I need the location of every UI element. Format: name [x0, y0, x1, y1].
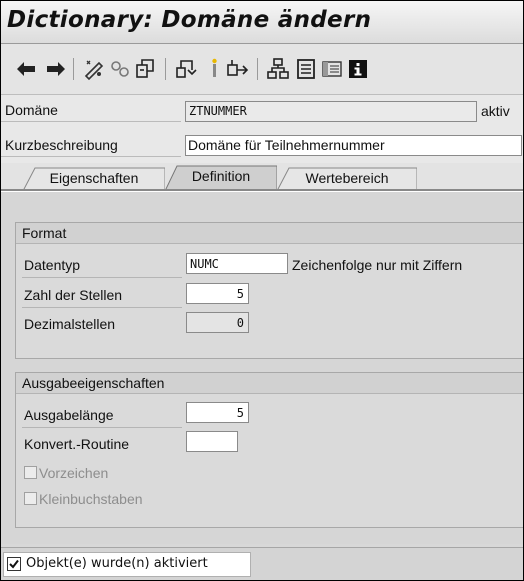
text-icon[interactable]	[293, 56, 319, 82]
activate-icon[interactable]	[133, 56, 159, 82]
datatype-input[interactable]: NUMC	[186, 253, 288, 274]
sign-checkbox: Vorzeichen	[24, 465, 108, 481]
object-list-icon[interactable]	[201, 56, 227, 82]
output-group-title: Ausgabeeigenschaften	[16, 373, 523, 394]
checkbox-box	[24, 466, 37, 479]
toolbar-separator	[165, 58, 166, 80]
list-icon[interactable]	[319, 56, 345, 82]
status-bar: Objekt(e) wurde(n) aktiviert	[1, 547, 523, 580]
label-underline	[22, 277, 182, 278]
info-icon[interactable]	[345, 56, 371, 82]
label-underline	[1, 121, 181, 122]
lowercase-checkbox: Kleinbuchstaben	[24, 491, 143, 507]
display-change-icon[interactable]	[107, 56, 133, 82]
navigation-icon[interactable]	[225, 56, 251, 82]
tab-wertebereich[interactable]: Wertebereich	[277, 167, 417, 191]
length-input[interactable]: 5	[186, 283, 249, 304]
tab-label: Wertebereich	[305, 170, 389, 186]
forward-arrow-icon[interactable]	[43, 56, 69, 82]
lowercase-checkbox-label: Kleinbuchstaben	[39, 491, 143, 507]
output-length-input[interactable]: 5	[186, 402, 249, 423]
conversion-routine-label: Konvert.-Routine	[24, 436, 130, 452]
other-object-icon[interactable]	[81, 56, 107, 82]
definition-tab-content: Format Datentyp NUMC Zeichenfolge nur mi…	[1, 191, 523, 544]
decimals-input: 0	[186, 312, 249, 333]
domain-label: Domäne	[5, 102, 58, 118]
sign-checkbox-label: Vorzeichen	[39, 465, 109, 481]
domain-name-field: ZTNUMMER	[185, 101, 477, 122]
output-properties-group: Ausgabeeigenschaften Ausgabelänge 5 Konv…	[15, 372, 523, 528]
title-bar: Dictionary: Domäne ändern	[1, 1, 523, 44]
format-group-title: Format	[16, 223, 523, 244]
window-title: Dictionary: Domäne ändern	[7, 7, 372, 33]
label-underline	[22, 427, 182, 428]
tab-label: Eigenschaften	[49, 170, 139, 186]
checkbox-box	[24, 492, 37, 505]
application-toolbar	[1, 44, 523, 95]
label-underline	[1, 156, 181, 157]
status-message: Objekt(e) wurde(n) aktiviert	[26, 556, 208, 571]
toolbar-separator	[73, 58, 74, 80]
domain-header: Domäne ZTNUMMER aktiv Kurzbeschreibung D…	[1, 95, 523, 163]
back-arrow-icon[interactable]	[13, 56, 39, 82]
domain-row: Domäne ZTNUMMER aktiv	[1, 98, 523, 122]
status-message-box[interactable]: Objekt(e) wurde(n) aktiviert	[3, 552, 251, 577]
tab-strip: Eigenschaften Definition Wertebereich	[1, 163, 523, 191]
datatype-label: Datentyp	[24, 257, 81, 273]
conversion-routine-input[interactable]	[186, 431, 238, 452]
success-check-icon	[7, 557, 21, 571]
format-group: Format Datentyp NUMC Zeichenfolge nur mi…	[15, 222, 523, 359]
status-text: aktiv	[481, 103, 510, 119]
short-description-label: Kurzbeschreibung	[5, 137, 118, 153]
tab-definition[interactable]: Definition	[165, 165, 277, 191]
length-label: Zahl der Stellen	[24, 287, 123, 303]
output-length-label: Ausgabelänge	[24, 407, 114, 423]
sap-window: Dictionary: Domäne ändern Domäne ZTNUMME…	[0, 0, 524, 581]
decimals-label: Dezimalstellen	[24, 316, 116, 332]
where-used-icon[interactable]	[173, 56, 199, 82]
short-description-input[interactable]: Domäne für Teilnehmernummer	[185, 135, 522, 156]
label-underline	[22, 307, 182, 308]
tab-eigenschaften[interactable]: Eigenschaften	[23, 167, 165, 191]
toolbar-separator	[257, 58, 258, 80]
datatype-description: Zeichenfolge nur mit Ziffern	[292, 257, 463, 273]
short-description-row: Kurzbeschreibung Domäne für Teilnehmernu…	[1, 133, 523, 157]
tab-label: Definition	[191, 168, 251, 184]
hierarchy-icon[interactable]	[265, 56, 291, 82]
